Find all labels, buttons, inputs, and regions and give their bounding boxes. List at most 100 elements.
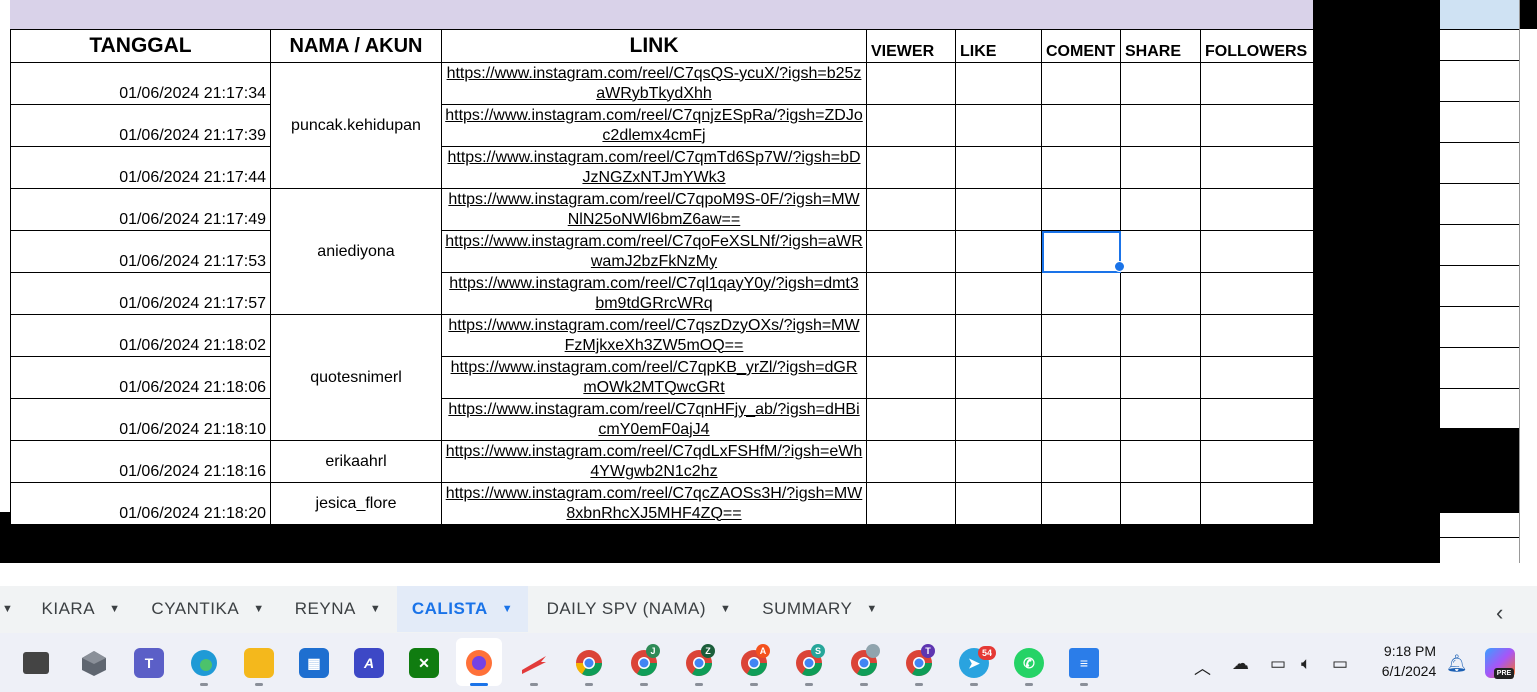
date-cell[interactable]: 01/06/2024 21:18:02 <box>10 314 271 357</box>
notification-bell-icon[interactable]: 🔔︎ <box>1446 654 1468 674</box>
link-cell[interactable]: https://www.instagram.com/reel/C7qdLxFSH… <box>441 440 867 483</box>
date-cell[interactable]: 01/06/2024 21:17:44 <box>10 146 271 189</box>
display-icon[interactable]: ▭ <box>1270 654 1286 674</box>
tab-calista[interactable]: CALISTA ▼ <box>397 586 528 632</box>
selected-cell[interactable] <box>1041 230 1121 273</box>
task-view-icon[interactable] <box>23 652 49 674</box>
viewer-cell[interactable] <box>866 62 956 105</box>
link-cell[interactable]: https://www.instagram.com/reel/C7ql1qayY… <box>441 272 867 315</box>
viewer-cell[interactable] <box>866 272 956 315</box>
coment-cell[interactable] <box>1041 62 1121 105</box>
chevron-left-icon[interactable]: ‹ <box>1496 600 1503 626</box>
chevron-down-icon[interactable]: ▼ <box>370 603 381 615</box>
tab-kiara[interactable]: KIARA ▼ <box>26 586 136 632</box>
header-coment[interactable]: COMENT <box>1041 29 1121 63</box>
chevron-down-icon[interactable]: ▼ <box>109 603 120 615</box>
date-cell[interactable]: 01/06/2024 21:18:10 <box>10 398 271 441</box>
coment-cell[interactable] <box>1041 188 1121 231</box>
followers-cell[interactable] <box>1200 482 1314 525</box>
tab-daily-spv[interactable]: DAILY SPV (NAMA) ▼ <box>530 586 748 632</box>
header-nama-akun[interactable]: NAMA / AKUN <box>270 29 442 63</box>
share-cell[interactable] <box>1120 398 1201 441</box>
date-cell[interactable]: 01/06/2024 21:17:53 <box>10 230 271 273</box>
account-cell[interactable]: erikaahrl <box>270 440 442 483</box>
coment-cell[interactable] <box>1041 146 1121 189</box>
header-share[interactable]: SHARE <box>1120 29 1201 63</box>
share-cell[interactable] <box>1120 356 1201 399</box>
date-cell[interactable]: 01/06/2024 21:17:39 <box>10 104 271 147</box>
share-cell[interactable] <box>1120 230 1201 273</box>
share-cell[interactable] <box>1120 482 1201 525</box>
chevron-down-icon[interactable]: ▼ <box>720 603 731 615</box>
viewer-cell[interactable] <box>866 482 956 525</box>
like-cell[interactable] <box>955 188 1042 231</box>
like-cell[interactable] <box>955 314 1042 357</box>
viewer-cell[interactable] <box>866 230 956 273</box>
like-cell[interactable] <box>955 62 1042 105</box>
date-cell[interactable]: 01/06/2024 21:17:49 <box>10 188 271 231</box>
file-explorer-icon[interactable] <box>244 648 274 678</box>
account-cell[interactable]: puncak.kehidupan <box>270 62 442 189</box>
account-cell[interactable]: aniediyona <box>270 188 442 315</box>
share-cell[interactable] <box>1120 146 1201 189</box>
viewer-cell[interactable] <box>866 146 956 189</box>
chevron-down-icon[interactable]: ▼ <box>253 603 264 615</box>
coment-cell[interactable] <box>1041 104 1121 147</box>
viewer-cell[interactable] <box>866 440 956 483</box>
share-cell[interactable] <box>1120 314 1201 357</box>
chevron-up-icon[interactable]: ︿ <box>1194 654 1211 679</box>
chevron-down-icon[interactable]: ▼ <box>866 603 877 615</box>
link-cell[interactable]: https://www.instagram.com/reel/C7qoFeXSL… <box>441 230 867 273</box>
tab-cyantika[interactable]: CYANTIKA ▼ <box>138 586 278 632</box>
followers-cell[interactable] <box>1200 272 1314 315</box>
vertical-scrollbar[interactable] <box>1519 29 1537 582</box>
coment-cell[interactable] <box>1041 482 1121 525</box>
chrome-icon[interactable] <box>574 648 604 678</box>
spreadsheet-grid[interactable]: TANGGAL NAMA / AKUN LINK VIEWER LIKE COM… <box>10 29 1314 525</box>
link-cell[interactable]: https://www.instagram.com/reel/C7qmTd6Sp… <box>441 146 867 189</box>
followers-cell[interactable] <box>1200 104 1314 147</box>
coment-cell[interactable] <box>1041 314 1121 357</box>
header-viewer[interactable]: VIEWER <box>866 29 956 63</box>
followers-cell[interactable] <box>1200 356 1314 399</box>
like-cell[interactable] <box>955 356 1042 399</box>
followers-cell[interactable] <box>1200 314 1314 357</box>
tab-summary[interactable]: SUMMARY ▼ <box>752 586 888 632</box>
link-cell[interactable]: https://www.instagram.com/reel/C7qpKB_yr… <box>441 356 867 399</box>
link-cell[interactable]: https://www.instagram.com/reel/C7qnHFjy_… <box>441 398 867 441</box>
followers-cell[interactable] <box>1200 146 1314 189</box>
date-cell[interactable]: 01/06/2024 21:18:20 <box>10 482 271 525</box>
share-cell[interactable] <box>1120 104 1201 147</box>
link-cell[interactable]: https://www.instagram.com/reel/C7qnjzESp… <box>441 104 867 147</box>
like-cell[interactable] <box>955 230 1042 273</box>
link-cell[interactable]: https://www.instagram.com/reel/C7qcZAOSs… <box>441 482 867 525</box>
chevron-down-icon[interactable]: ▼ <box>2 586 13 632</box>
xbox-icon[interactable]: ✕ <box>409 648 439 678</box>
followers-cell[interactable] <box>1200 398 1314 441</box>
share-cell[interactable] <box>1120 188 1201 231</box>
viewer-cell[interactable] <box>866 398 956 441</box>
clock-date[interactable]: 6/1/2024 <box>1374 663 1444 679</box>
viewer-cell[interactable] <box>866 188 956 231</box>
notepad-icon[interactable]: ≡ <box>1069 648 1099 678</box>
offscreen-column-lower[interactable] <box>1440 512 1519 563</box>
like-cell[interactable] <box>955 104 1042 147</box>
app-3d-icon[interactable] <box>79 648 109 678</box>
account-cell[interactable]: jesica_flore <box>270 482 442 525</box>
like-cell[interactable] <box>955 440 1042 483</box>
offscreen-column[interactable] <box>1440 29 1519 429</box>
share-cell[interactable] <box>1120 62 1201 105</box>
like-cell[interactable] <box>955 146 1042 189</box>
date-cell[interactable]: 01/06/2024 21:18:16 <box>10 440 271 483</box>
date-cell[interactable]: 01/06/2024 21:18:06 <box>10 356 271 399</box>
edge-icon[interactable] <box>189 648 219 678</box>
app-a-icon[interactable]: A <box>354 648 384 678</box>
tab-reyna[interactable]: REYNA ▼ <box>281 586 395 632</box>
viewer-cell[interactable] <box>866 104 956 147</box>
followers-cell[interactable] <box>1200 440 1314 483</box>
header-like[interactable]: LIKE <box>955 29 1042 63</box>
coment-cell[interactable] <box>1041 398 1121 441</box>
cloud-offline-icon[interactable]: ☁ <box>1232 654 1249 674</box>
viewer-cell[interactable] <box>866 314 956 357</box>
followers-cell[interactable] <box>1200 62 1314 105</box>
